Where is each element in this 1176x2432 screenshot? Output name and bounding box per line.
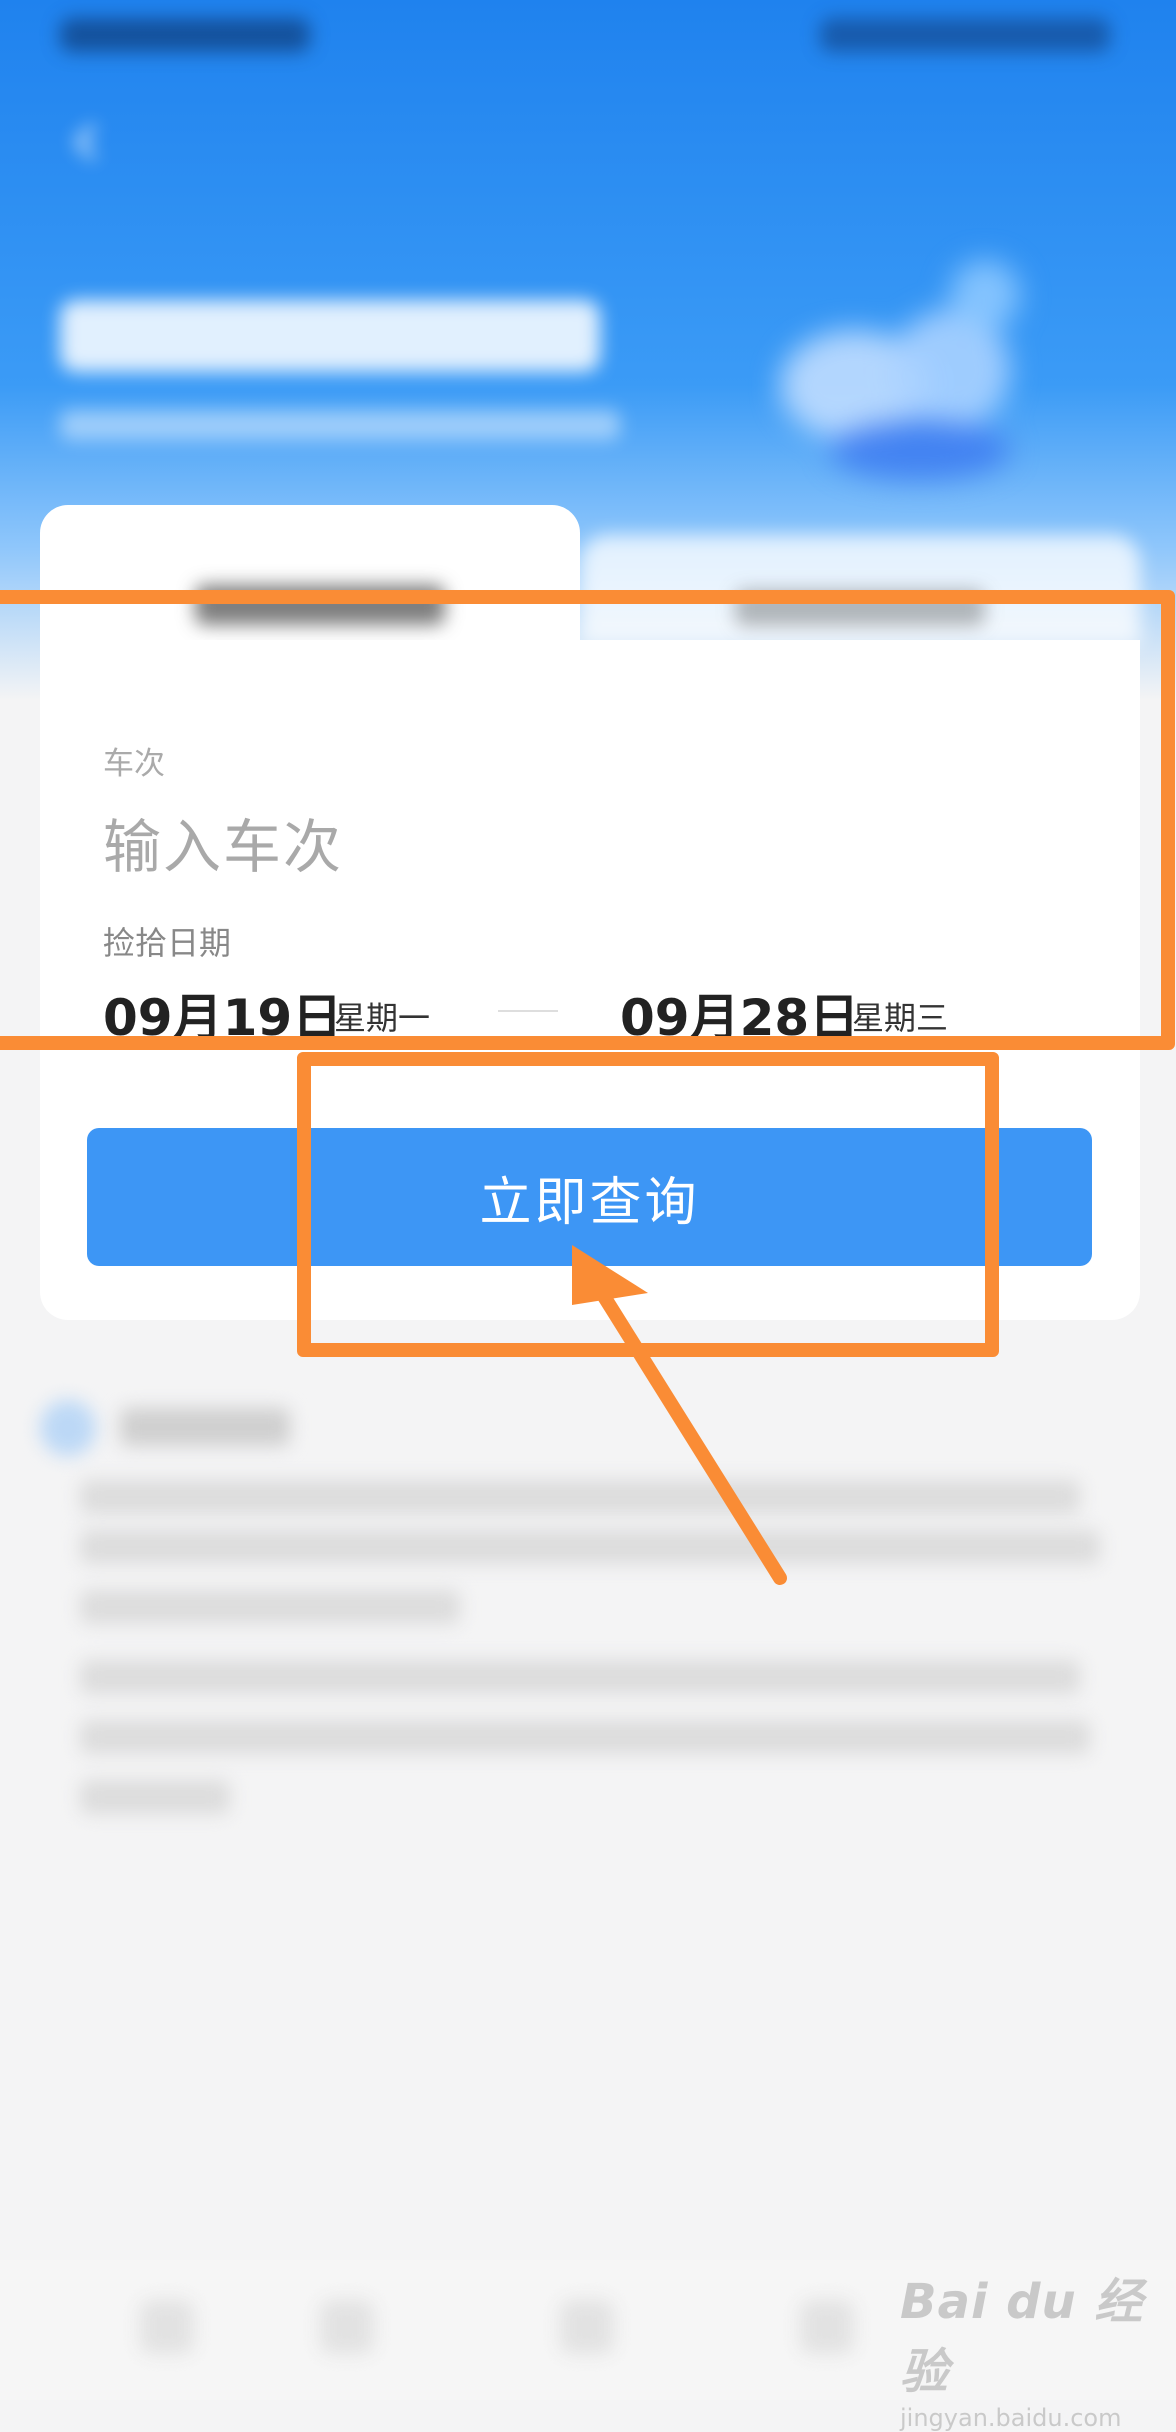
tab-bar-icon[interactable] bbox=[800, 2300, 854, 2354]
notice-text-line bbox=[80, 1780, 230, 1814]
tab-bar-icon[interactable] bbox=[140, 2300, 194, 2354]
back-arrow-icon[interactable] bbox=[66, 120, 110, 164]
notice-icon bbox=[40, 1400, 96, 1456]
highlight-box-form bbox=[0, 590, 1175, 1050]
notice-text-line bbox=[80, 1590, 460, 1624]
status-bar-left bbox=[60, 18, 310, 52]
watermark: Bai du 经验 jingyan.baidu.com bbox=[900, 2262, 1176, 2432]
status-bar-right bbox=[820, 18, 1110, 52]
tab-bar-icon[interactable] bbox=[560, 2300, 614, 2354]
hero-illustration bbox=[770, 250, 1070, 490]
hero-subtitle bbox=[60, 410, 620, 440]
highlight-box-button bbox=[297, 1052, 999, 1357]
notice-title bbox=[120, 1408, 290, 1446]
notice-text-line bbox=[80, 1480, 1080, 1514]
watermark-brand: Bai du 经验 bbox=[900, 2274, 1144, 2400]
notice-text-line bbox=[80, 1660, 1080, 1694]
watermark-url: jingyan.baidu.com bbox=[900, 2404, 1122, 2432]
notice-text-line bbox=[80, 1720, 1090, 1754]
notice-text-line bbox=[80, 1530, 1100, 1564]
hero-title bbox=[60, 300, 600, 372]
tab-bar-icon[interactable] bbox=[320, 2300, 374, 2354]
